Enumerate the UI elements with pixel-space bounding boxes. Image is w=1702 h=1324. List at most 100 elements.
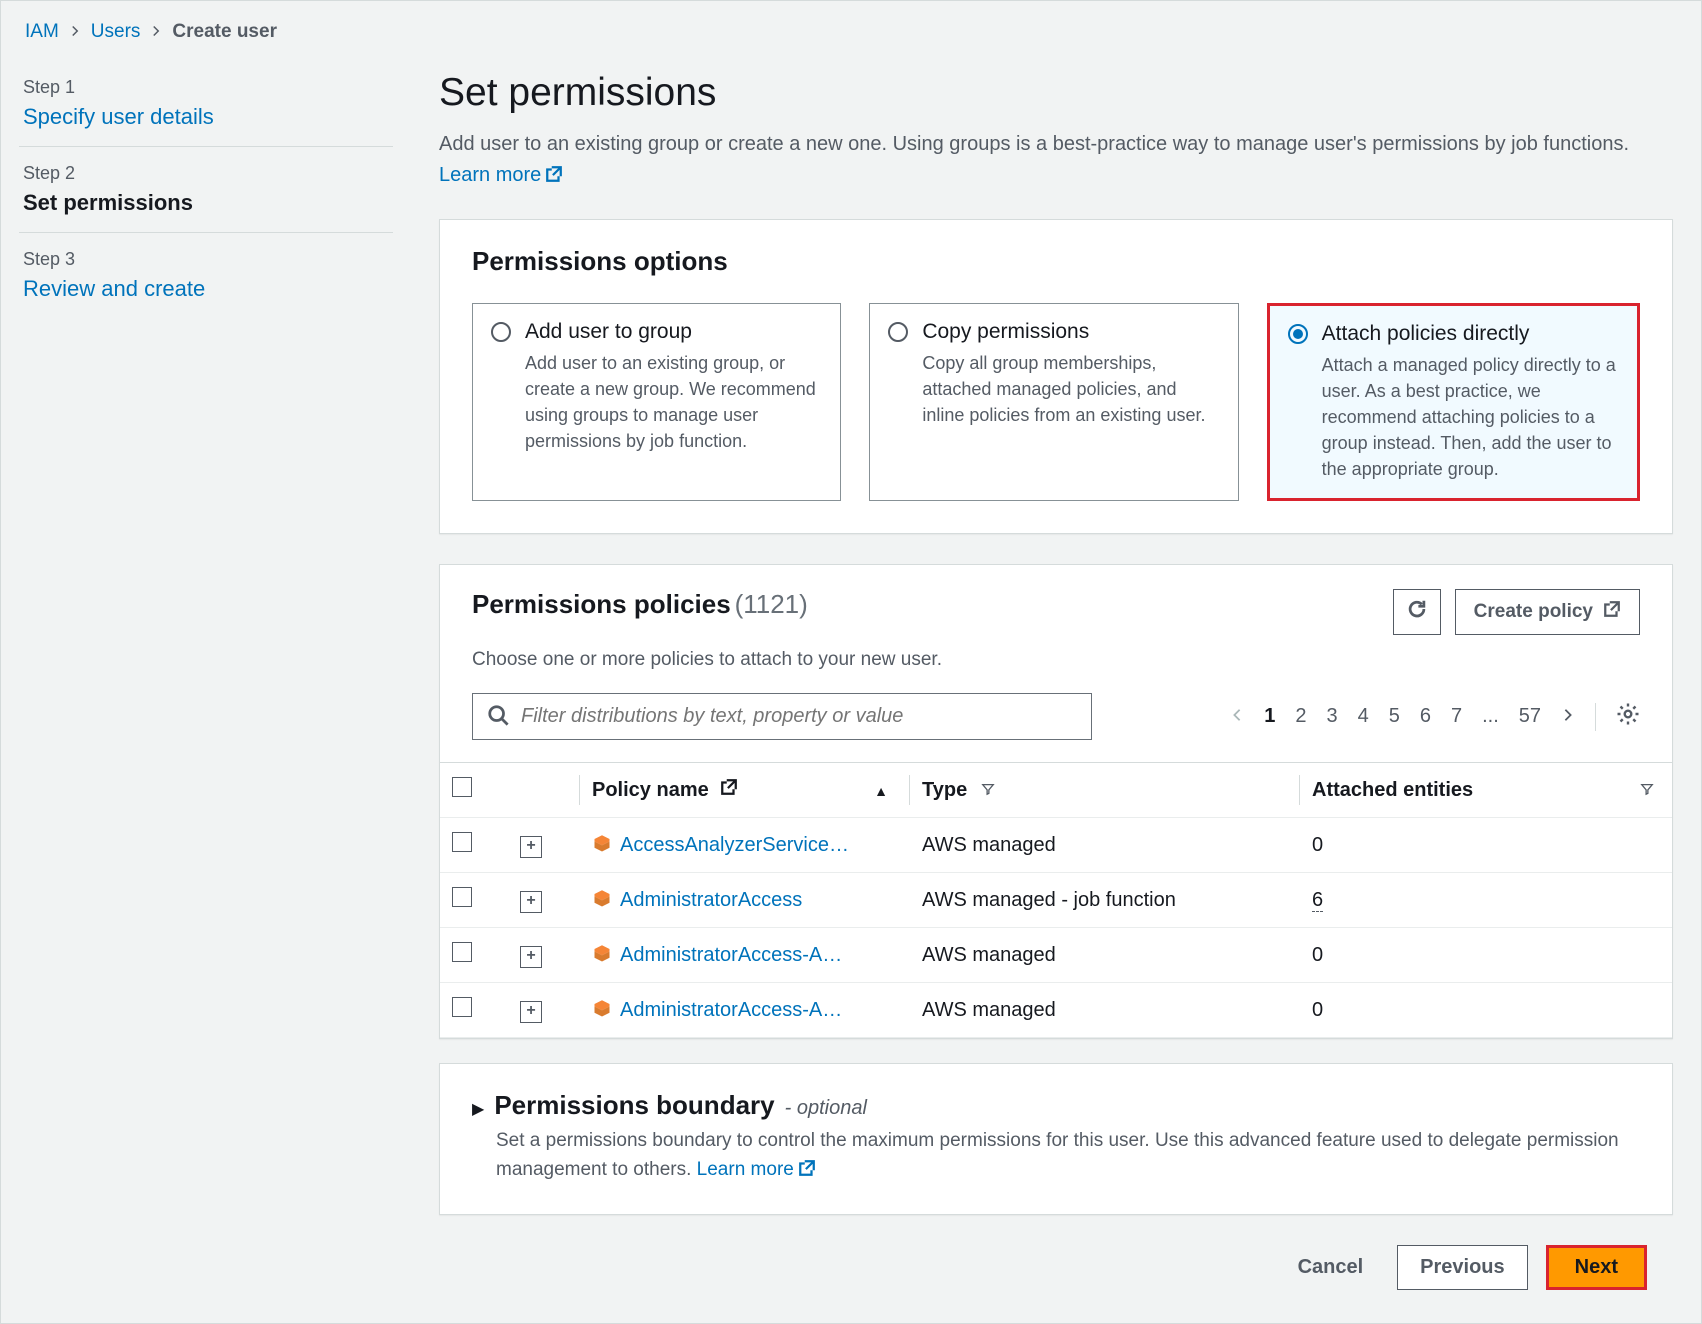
gear-icon (1616, 709, 1640, 731)
policies-subtitle: Choose one or more policies to attach to… (440, 649, 1672, 671)
radio-icon (888, 322, 908, 342)
step-title: Set permissions (23, 190, 389, 216)
row-checkbox[interactable] (452, 887, 472, 907)
policy-name-link[interactable]: AdministratorAccess (620, 889, 802, 911)
main-content: Set permissions Add user to an existing … (411, 51, 1701, 1310)
step-label: Step 3 (23, 249, 389, 270)
expand-button[interactable]: + (520, 891, 542, 913)
filter-icon (1640, 779, 1654, 802)
row-checkbox[interactable] (452, 832, 472, 852)
table-row: + AdministratorAccess AWS managed - job fu… (440, 873, 1672, 928)
previous-button[interactable]: Previous (1397, 1245, 1527, 1290)
col-policy-name[interactable]: Policy name (580, 763, 910, 818)
step-label: Step 1 (23, 77, 389, 98)
col-expand (508, 763, 580, 818)
col-type[interactable]: Type (910, 763, 1300, 818)
option-desc: Copy all group memberships, attached man… (922, 350, 1219, 428)
policy-name-link[interactable]: AdministratorAccess-A… (620, 999, 842, 1021)
page-next[interactable] (1561, 705, 1575, 728)
external-link-icon (720, 779, 738, 801)
col-select (440, 763, 508, 818)
page-prev[interactable] (1230, 705, 1244, 728)
policy-entities: 0 (1300, 928, 1672, 983)
table-row: + AdministratorAccess-A… AWS managed0 (440, 928, 1672, 983)
settings-button[interactable] (1616, 702, 1640, 732)
refresh-icon (1406, 598, 1428, 626)
permissions-policies-panel: Permissions policies (1121) Create polic… (439, 564, 1673, 1039)
row-checkbox[interactable] (452, 942, 472, 962)
option-desc: Add user to an existing group, or create… (525, 350, 822, 454)
filter-input[interactable] (472, 693, 1092, 740)
page-7[interactable]: 7 (1451, 705, 1462, 728)
permissions-boundary-panel: ▶ Permissions boundary - optional Set a … (439, 1063, 1673, 1215)
option-add-to-group[interactable]: Add user to group Add user to an existin… (472, 303, 841, 501)
breadcrumb-current: Create user (172, 21, 277, 43)
step-2[interactable]: Step 2 Set permissions (19, 147, 393, 233)
policy-entities: 0 (1300, 983, 1672, 1038)
learn-more-link[interactable]: Learn more (439, 164, 563, 186)
policy-type: AWS managed (910, 928, 1300, 983)
option-attach-policies[interactable]: Attach policies directly Attach a manage… (1267, 303, 1640, 501)
page-5[interactable]: 5 (1389, 705, 1400, 728)
table-row: +AccessAnalyzerService…AWS managed0 (440, 818, 1672, 873)
policy-entities: 6 (1300, 873, 1672, 928)
breadcrumb-users[interactable]: Users (91, 21, 141, 43)
next-button[interactable]: Next (1546, 1245, 1647, 1290)
chevron-right-icon (69, 21, 81, 43)
expand-button[interactable]: + (520, 946, 542, 968)
policy-name-link[interactable]: AdministratorAccess-A… (620, 944, 842, 966)
radio-icon (1288, 324, 1308, 344)
page-2[interactable]: 2 (1295, 705, 1306, 728)
cancel-button[interactable]: Cancel (1282, 1245, 1380, 1290)
page-title: Set permissions (439, 71, 1673, 115)
option-title: Attach policies directly (1322, 322, 1619, 346)
boundary-description: Set a permissions boundary to control th… (440, 1127, 1672, 1214)
search-icon (487, 704, 509, 729)
page-container: IAM Users Create user Step 1 Specify use… (0, 0, 1702, 1324)
radio-icon (491, 322, 511, 342)
filter-text-field[interactable] (521, 705, 1077, 728)
learn-more-link[interactable]: Learn more (697, 1159, 816, 1180)
expand-button[interactable]: + (520, 1001, 542, 1023)
external-link-icon (545, 162, 563, 180)
policy-type: AWS managed - job function (910, 873, 1300, 928)
policies-table: Policy name Type Attached entities (440, 762, 1672, 1038)
refresh-button[interactable] (1393, 589, 1441, 635)
divider (1595, 703, 1596, 731)
create-policy-button[interactable]: Create policy (1455, 589, 1640, 635)
step-title: Review and create (23, 276, 389, 302)
breadcrumb-iam[interactable]: IAM (25, 21, 59, 43)
page-description: Add user to an existing group or create … (439, 129, 1673, 191)
external-link-icon (1603, 600, 1621, 624)
policy-name-link[interactable]: AccessAnalyzerService… (620, 834, 849, 856)
boundary-title: Permissions boundary (494, 1090, 774, 1121)
option-desc: Attach a managed policy directly to a us… (1322, 352, 1619, 482)
step-title: Specify user details (23, 104, 389, 130)
policy-entities: 0 (1300, 818, 1672, 873)
option-title: Add user to group (525, 320, 822, 344)
footer-actions: Cancel Previous Next (439, 1215, 1673, 1290)
option-title: Copy permissions (922, 320, 1219, 344)
policies-count: (1121) (735, 589, 808, 619)
page-ellipsis: ... (1482, 705, 1499, 728)
caret-right-icon: ▶ (472, 1099, 484, 1119)
step-3[interactable]: Step 3 Review and create (19, 233, 393, 318)
permissions-options-panel: Permissions options Add user to group Ad… (439, 219, 1673, 534)
select-all-checkbox[interactable] (452, 777, 472, 797)
page-3[interactable]: 3 (1326, 705, 1337, 728)
step-1[interactable]: Step 1 Specify user details (19, 61, 393, 147)
wizard-steps: Step 1 Specify user details Step 2 Set p… (1, 51, 411, 1310)
option-copy-permissions[interactable]: Copy permissions Copy all group membersh… (869, 303, 1238, 501)
page-4[interactable]: 4 (1358, 705, 1369, 728)
row-checkbox[interactable] (452, 997, 472, 1017)
page-last[interactable]: 57 (1519, 705, 1541, 728)
page-1[interactable]: 1 (1264, 705, 1275, 728)
col-entities[interactable]: Attached entities (1300, 763, 1672, 818)
breadcrumb: IAM Users Create user (1, 1, 1701, 51)
pagination: 1 2 3 4 5 6 7 ... 57 (1230, 702, 1640, 732)
expand-button[interactable]: + (520, 836, 542, 858)
boundary-toggle[interactable]: ▶ Permissions boundary - optional (440, 1064, 1672, 1127)
page-6[interactable]: 6 (1420, 705, 1431, 728)
policies-title: Permissions policies (472, 589, 731, 619)
policy-type: AWS managed (910, 983, 1300, 1038)
